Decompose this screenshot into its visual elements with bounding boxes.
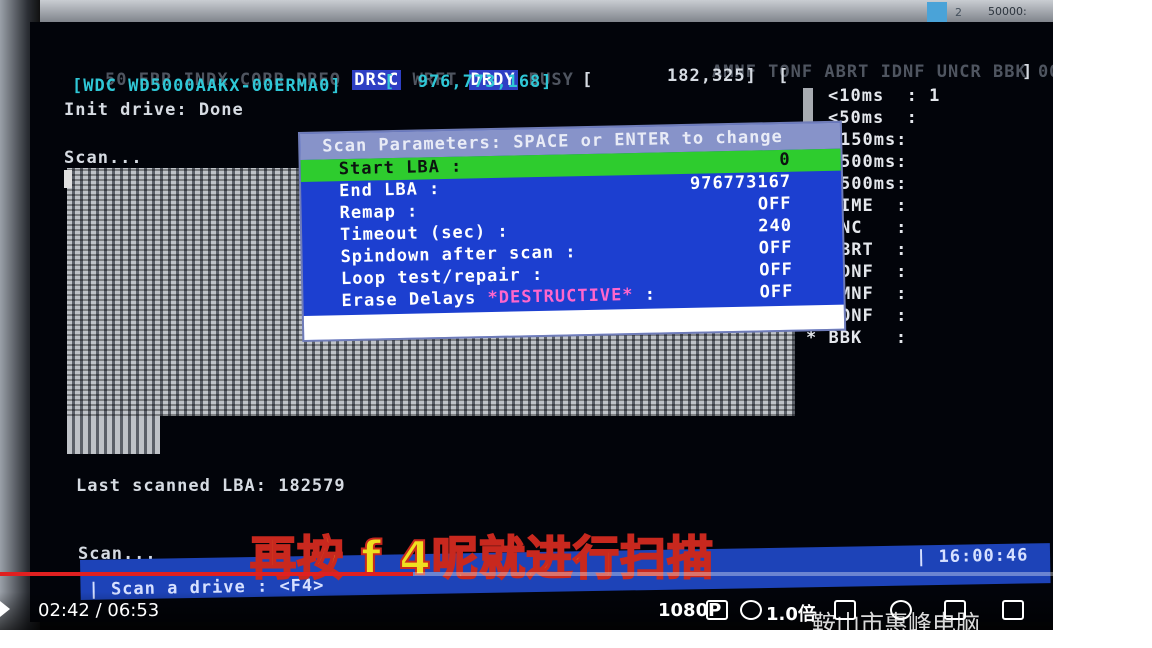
danmaku-icon[interactable] (706, 600, 728, 620)
destructive-warning: *DESTRUCTIVE* (487, 285, 634, 309)
scrollbar-thumb[interactable] (803, 88, 813, 128)
flag-abrt: ABRT (824, 62, 870, 82)
scan-block-map-tail (67, 416, 160, 454)
param-value: OFF (759, 259, 794, 281)
scanned-count: 182,325] (667, 66, 757, 86)
scan-status: Scan... (64, 148, 143, 168)
window-icon (927, 2, 947, 22)
hist-row: <10ms : 1 (828, 86, 941, 106)
param-value: OFF (758, 237, 793, 259)
progress-fill (0, 572, 413, 576)
clock: | 16:00:46 (915, 545, 1029, 568)
flag-idnf: IDNF (880, 62, 926, 82)
speed-button[interactable]: 1.0倍 (766, 600, 816, 626)
flag-tonf: TONF (768, 62, 814, 82)
hist-row: DNF : (840, 262, 908, 282)
flag-uncr: UNCR (936, 62, 982, 82)
hist-row: NC : (840, 218, 908, 238)
hist-row: ONF : (840, 306, 908, 326)
playback-time: 02:42 / 06:53 (38, 600, 160, 621)
param-label: Timeout (sec) : (339, 221, 509, 246)
hist-row: BRT : (840, 240, 908, 260)
init-drive-status: Init drive: Done (64, 100, 244, 120)
param-label: End LBA : (338, 179, 441, 202)
hist-row: IME : (840, 196, 908, 216)
subtitle-caption: 再按 f 4呢就进行扫描 (249, 530, 715, 586)
tray-disk-label: 50000: (988, 5, 1027, 18)
hist-row: * BBK : (806, 328, 908, 348)
param-value: 240 (758, 215, 793, 237)
hist-row: 500ms: (840, 174, 908, 194)
hist-row: 150ms: (840, 130, 908, 150)
param-label: Start LBA : (338, 156, 463, 180)
param-label-prefix: Erase Delays (341, 288, 488, 312)
play-icon[interactable] (0, 601, 10, 617)
flag-00: 00 (1037, 62, 1053, 82)
tray-label: 2 (955, 6, 962, 19)
hist-row: <50ms : (828, 108, 918, 128)
param-value: 976773167 (689, 171, 792, 194)
param-label: Spindown after scan : (340, 242, 577, 268)
video-frame[interactable]: 2 50000: 50 ERR INDX CORR DREQ DRSC WRFT… (0, 0, 1053, 630)
param-label-suffix: : (633, 284, 657, 306)
current-lba-bracket: [ (582, 70, 594, 90)
param-value: 0 (779, 149, 791, 170)
danmaku-settings-icon[interactable] (740, 600, 762, 620)
bracket-open: [ (778, 66, 790, 86)
scan-parameters-dialog[interactable]: Scan Parameters: SPACE or ENTER to chang… (300, 122, 845, 340)
param-label: Remap : (339, 201, 419, 224)
drive-model: [WDC WD5000AAKX-00ERMA0] (72, 76, 342, 96)
fullscreen-icon[interactable] (1002, 600, 1024, 620)
hist-row: 500ms: (840, 152, 908, 172)
scan-cursor (64, 170, 72, 188)
param-value: OFF (757, 193, 792, 215)
total-lba: [ 976,773,168] (384, 72, 553, 92)
channel-watermark: 鞍山市惠峰电脑 (812, 610, 980, 630)
param-value: OFF (759, 281, 794, 303)
last-scanned-lba: Last scanned LBA: 182579 (76, 476, 346, 496)
hist-row: MNF : (840, 284, 908, 304)
bracket-close: ] (1022, 62, 1034, 82)
param-label: Loop test/repair : (340, 264, 544, 290)
